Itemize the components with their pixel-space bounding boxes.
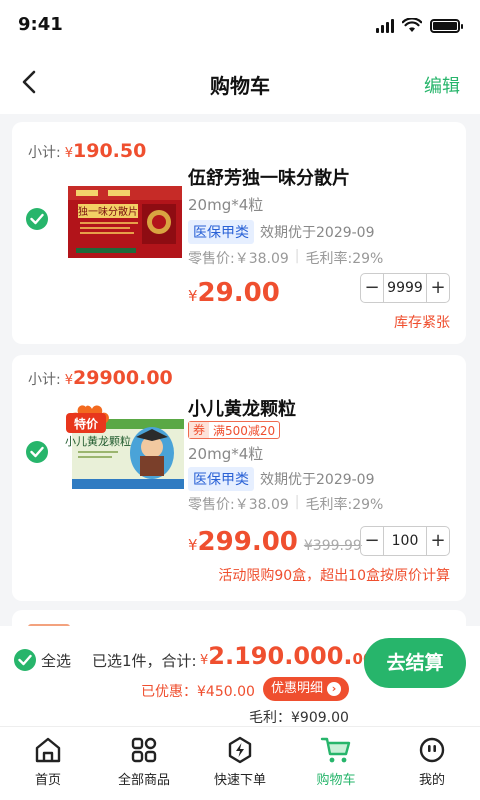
subtotal-label: 小计: xyxy=(28,145,61,161)
increment-button[interactable]: + xyxy=(427,274,449,302)
lightning-icon xyxy=(228,736,252,764)
selected-count: 已选1件，合计: xyxy=(92,652,197,670)
tab-label: 全部商品 xyxy=(117,773,170,788)
subtotal-currency: ¥ xyxy=(64,146,73,161)
tab-label: 我的 xyxy=(418,773,445,788)
grid-icon xyxy=(131,737,157,763)
cart-item xyxy=(12,610,466,626)
tab-bar: 首页 全部商品 快速下单 购物车 我的 xyxy=(0,726,480,800)
coupon-tag[interactable]: 券 满500减20 xyxy=(188,421,281,439)
promotion-note: 活动限购90盒，超出10盒按原价计算 xyxy=(218,568,450,584)
product-spec: 20mg*4粒 xyxy=(188,196,264,214)
cart-icon xyxy=(320,737,351,763)
select-all-checkbox[interactable] xyxy=(14,649,36,671)
item-price: ¥299.00 ¥399.99 xyxy=(188,527,362,557)
expiry-text: 效期优于2029-09 xyxy=(260,225,375,241)
price-value: 299.00 xyxy=(197,527,298,557)
select-all-label[interactable]: 全选 xyxy=(41,650,71,671)
total-integer: 2.190.000. xyxy=(208,642,353,670)
price-value: 29.00 xyxy=(197,278,280,308)
tab-label: 购物车 xyxy=(316,773,356,788)
checkout-button[interactable]: 去结算 xyxy=(364,638,466,688)
decrement-button[interactable]: − xyxy=(361,527,383,555)
checkmark-icon xyxy=(30,446,44,458)
checkmark-icon xyxy=(30,213,44,225)
item-subtotal: 小计: ¥29900.00 xyxy=(28,367,173,389)
subtotal-amount: 190.50 xyxy=(73,140,147,162)
profile-icon xyxy=(419,737,445,763)
nav-bar: 购物车 编辑 xyxy=(0,52,480,114)
retail-info: 零售价:￥38.09 | 毛利率:29% xyxy=(188,494,384,513)
product-tags: 医保甲类 效期优于2029-09 xyxy=(188,220,375,244)
tab-cart[interactable]: 购物车 xyxy=(288,727,384,800)
item-price: ¥29.00 xyxy=(188,278,280,308)
quantity-stepper: − + xyxy=(360,526,450,556)
checkout-bar: 全选 已选1件，合计: ¥2.190.000.00 去结算 已优惠：¥450.0… xyxy=(0,626,480,726)
page-title: 购物车 xyxy=(210,74,270,98)
status-bar: 9:41 xyxy=(0,0,480,52)
retail-info: 零售价:￥38.09 | 毛利率:29% xyxy=(188,248,384,267)
total-price: ¥2.190.000.00 xyxy=(200,642,373,670)
tab-all-products[interactable]: 全部商品 xyxy=(96,727,192,800)
retail-price: 零售价:￥38.09 xyxy=(188,251,289,267)
increment-button[interactable]: + xyxy=(427,527,449,555)
signal-icon xyxy=(376,18,394,33)
product-tags: 医保甲类 效期优于2029-09 xyxy=(188,467,375,491)
item-subtotal: 小计: ¥190.50 xyxy=(28,140,146,162)
coupon-prefix: 券 xyxy=(189,422,210,438)
status-icons xyxy=(376,18,463,33)
discount-amount: 已优惠：¥450.00 xyxy=(141,684,255,700)
chevron-right-icon: › xyxy=(327,682,342,696)
product-spec: 20mg*4粒 xyxy=(188,445,264,463)
quantity-input[interactable] xyxy=(383,527,427,555)
box-title: 独一味分散片 xyxy=(78,205,138,218)
gross-margin: 毛利：¥909.00 xyxy=(249,710,349,726)
insurance-tag: 医保甲类 xyxy=(188,220,254,244)
cart-item: 小计: ¥29900.00 小儿黄龙颗粒 特价 小儿黄龙颗粒 券 满500减20 … xyxy=(12,355,466,601)
cart-item: 小计: ¥190.50 独一味分散片 伍舒芳独一味分散片 20mg*4粒 医保甲类… xyxy=(12,122,466,344)
quantity-stepper: − + xyxy=(360,273,450,303)
home-icon xyxy=(35,737,61,763)
tab-label: 快速下单 xyxy=(213,773,266,788)
price-currency: ¥ xyxy=(188,287,198,305)
subtotal-amount: 29900.00 xyxy=(73,367,173,389)
edit-button[interactable]: 编辑 xyxy=(424,72,460,98)
expiry-text: 效期优于2029-09 xyxy=(260,472,375,488)
wifi-icon xyxy=(402,18,422,32)
retail-price: 零售价:￥38.09 xyxy=(188,497,289,513)
checkmark-icon xyxy=(18,654,32,666)
insurance-tag: 医保甲类 xyxy=(188,467,254,491)
item-select-checkbox[interactable] xyxy=(26,208,48,230)
product-name[interactable]: 小儿黄龙颗粒 xyxy=(188,395,296,421)
margin-rate: 毛利率:29% xyxy=(305,251,384,267)
status-time: 9:41 xyxy=(18,14,63,35)
tab-profile[interactable]: 我的 xyxy=(384,727,480,800)
special-price-badge: 特价 xyxy=(74,416,99,431)
product-image[interactable]: 小儿黄龙颗粒 特价 xyxy=(64,401,188,493)
tab-home[interactable]: 首页 xyxy=(0,727,96,800)
discount-detail-button[interactable]: 优惠明细 › xyxy=(263,677,350,701)
product-image[interactable]: 独一味分散片 xyxy=(68,178,184,262)
margin-rate: 毛利率:29% xyxy=(305,497,384,513)
subtotal-currency: ¥ xyxy=(64,373,73,388)
tab-label: 首页 xyxy=(34,773,61,788)
battery-icon xyxy=(430,18,463,33)
item-select-checkbox[interactable] xyxy=(26,441,48,463)
coupon-text: 满500减20 xyxy=(213,423,276,438)
discount-detail-label: 优惠明细 xyxy=(271,681,324,696)
quantity-input[interactable] xyxy=(383,274,427,302)
product-name[interactable]: 伍舒芳独一味分散片 xyxy=(188,164,350,190)
cart-list: 小计: ¥190.50 独一味分散片 伍舒芳独一味分散片 20mg*4粒 医保甲类… xyxy=(0,114,480,626)
price-currency: ¥ xyxy=(188,536,198,554)
subtotal-label: 小计: xyxy=(28,372,61,388)
original-price: ¥399.99 xyxy=(303,538,362,554)
decrement-button[interactable]: − xyxy=(361,274,383,302)
stock-warning: 库存紧张 xyxy=(394,315,450,331)
box-title: 小儿黄龙颗粒 xyxy=(65,434,131,448)
tab-quick-order[interactable]: 快速下单 xyxy=(192,727,288,800)
